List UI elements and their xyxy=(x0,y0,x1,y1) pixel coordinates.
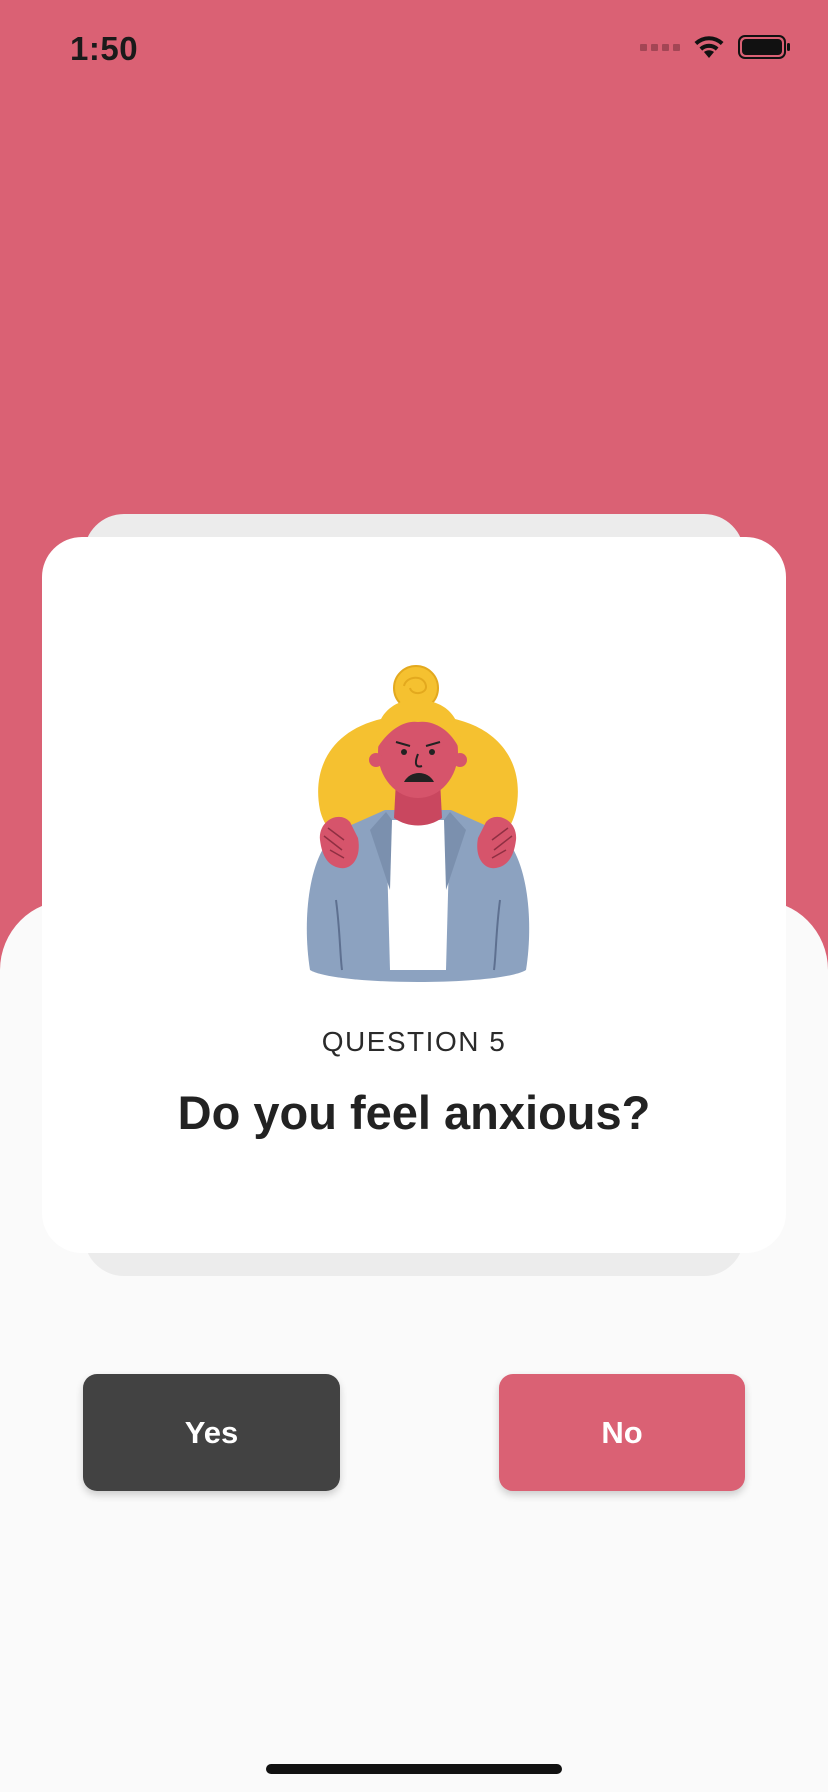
status-time: 1:50 xyxy=(70,30,139,67)
question-number: QUESTION 5 xyxy=(321,1026,507,1057)
no-button[interactable]: No xyxy=(499,1374,745,1491)
status-icons xyxy=(640,34,792,60)
question-text: Do you feel anxious? xyxy=(177,1086,651,1139)
home-indicator[interactable] xyxy=(266,1764,562,1774)
battery-icon xyxy=(738,35,790,59)
anxious-person-illustration xyxy=(306,665,530,982)
signal-icon xyxy=(640,43,680,51)
yes-button[interactable]: Yes xyxy=(83,1374,340,1491)
wifi-icon xyxy=(694,36,724,58)
